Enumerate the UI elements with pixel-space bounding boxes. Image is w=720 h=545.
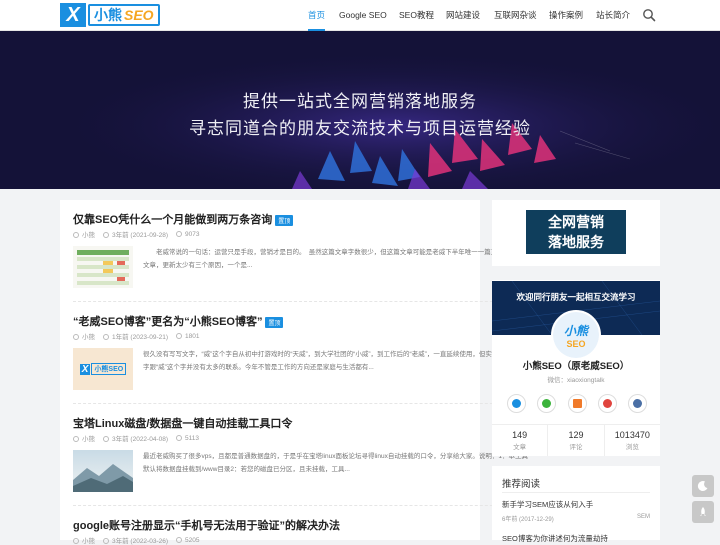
logo-x-mark: X [60,3,86,27]
sticky-badge: 置顶 [265,316,284,328]
post-time: 3年前 (2021-09-28) [103,229,168,239]
profile-slogan: 欢迎同行朋友一起相互交流学习 [516,292,636,302]
user-icon [73,232,79,239]
post-author[interactable]: 小熊 [73,229,95,239]
weibo-icon[interactable] [597,394,617,413]
wechat-icon[interactable] [537,394,557,413]
post-thumbnail[interactable] [73,246,133,288]
post-views: 1801 [176,333,199,340]
post-meta: 小熊 3年前 (2022-03-26) 5205 [73,535,199,545]
eye-icon [176,332,182,339]
post-excerpt: 老威常说的一句话：运营只是手段，营销才是目的。 虽然这篇文章字数很少，但这篇文章… [143,249,524,269]
post-thumbnail[interactable]: X 小熊SEO [73,348,133,390]
avatar[interactable]: 小熊 SEO [551,310,601,360]
nav-item-seo-tutorial[interactable]: SEO教程 [399,0,434,31]
post-views: 5113 [176,435,199,442]
sticky-badge: 置顶 [275,214,294,226]
divider [73,505,528,506]
logo-wordmark: 小熊 SEO [88,4,160,26]
post-thumbnail[interactable] [73,450,133,492]
recommend-item-time: 6年前 (2017-12-29) [502,517,554,523]
stat-views: 1013470 浏览 [614,430,650,451]
recommend-item-title[interactable]: 新手学习SEM应该从何入手 [502,499,593,510]
site-logo[interactable]: X 小熊 SEO [60,3,160,27]
recommend-item-category[interactable]: SEM [637,514,650,523]
post-excerpt: 很久没有写写文字，“威”这个字自从初中打游戏时的“天威”，到大学社团的“小威”，… [143,351,525,371]
ad-line-1: 全网营销 [548,214,604,230]
user-icon[interactable] [628,394,647,413]
post-excerpt: 最近老威购买了很多vps，且都是普通数据盘的，于是乎在宝塔linux面板论坛寻得… [143,453,528,473]
profile-wechat: 微信：xiaoxiongtalk [547,377,605,384]
night-mode-button[interactable] [692,475,714,497]
xiaoxiong-logo-thumbnail: X 小熊SEO [79,363,127,375]
post-meta: 小熊 3年前 (2022-04-08) 5113 [73,433,199,443]
clock-icon [103,232,109,239]
stat-articles: 149 文章 [492,425,549,456]
user-icon [73,334,79,341]
recommend-item-title[interactable]: SEO博客为你讲述何为流量劫持 [502,533,608,544]
clock-icon [103,538,109,545]
clock-icon [103,436,109,443]
back-to-top-button[interactable] [692,501,714,523]
avatar-text-top: 小熊 [563,323,588,338]
profile-stats: 149 文章 129 评论 1013470 浏览 [492,424,660,456]
post-author[interactable]: 小熊 [73,535,95,545]
post-title[interactable]: google账号注册显示“手机号无法用于验证”的解决办法 [73,517,340,533]
user-icon [73,538,79,545]
site-header: X 小熊 SEO 首页 Google SEO SEO教程 网站建设 互联网杂谈 … [0,0,720,31]
post-meta: 小熊 3年前 (2021-09-28) 9073 [73,229,199,239]
stat-comments: 129 评论 [548,425,605,456]
eye-icon [176,434,182,441]
nav-item-google-seo[interactable]: Google SEO [339,0,387,31]
post-title-text[interactable]: google账号注册显示“手机号无法用于验证”的解决办法 [73,520,340,532]
divider [73,301,528,302]
nav-item-about[interactable]: 站长简介 [596,0,630,31]
recommend-item-meta: 6年前 (2017-12-29) SEM [502,514,650,523]
qq-icon[interactable] [507,394,526,413]
search-icon[interactable] [642,8,656,22]
logo-seo-text: SEO [124,7,154,23]
post-title-text[interactable]: 宝塔Linux磁盘/数据盘一键自动挂载工具口令 [73,418,292,430]
post-list: 仅靠SEO凭什么一个月能做到两万条咨询 置顶 小熊 3年前 (2021-09-28… [60,200,528,545]
recommend-title: 推荐阅读 [502,479,541,490]
landscape-thumbnail-image [73,450,133,492]
post-views: 5205 [176,537,199,544]
moon-icon [697,481,708,492]
divider [73,403,528,404]
logo-main-text: 小熊 [94,7,122,23]
banner-subheadline: 寻志同道合的朋友交流技术与项目运营经验 [189,119,531,138]
nav-item-web-building[interactable]: 网站建设 [446,0,480,31]
post-author[interactable]: 小熊 [73,433,95,443]
banner-headline: 提供一站式全网营销落地服务 [243,92,477,111]
post-title[interactable]: 宝塔Linux磁盘/数据盘一键自动挂载工具口令 [73,415,292,431]
ad-line-2: 落地服务 [548,234,604,250]
nav-item-home[interactable]: 首页 [308,0,326,31]
post-views: 9073 [176,231,199,238]
sidebar-ad-banner[interactable]: 全网营销 落地服务 [526,210,626,254]
eye-icon [176,230,182,237]
post-title-text[interactable]: “老威SEO博客”更名为“小熊SEO博客” [73,316,262,328]
post-title[interactable]: 仅靠SEO凭什么一个月能做到两万条咨询 置顶 [73,211,294,227]
post-time: 3年前 (2022-03-26) [103,535,168,545]
post-author[interactable]: 小熊 [73,331,95,341]
social-links [507,394,647,413]
profile-name: 小熊SEO（原老威SEO） [522,361,630,372]
spreadsheet-thumbnail-image [73,246,133,288]
user-icon [73,436,79,443]
hero-banner[interactable]: 提供一站式全网营销落地服务 寻志同道合的朋友交流技术与项目运营经验 [0,31,720,189]
post-time: 1年前 (2023-09-21) [103,331,168,341]
post-meta: 小熊 1年前 (2023-09-21) 1801 [73,331,199,341]
clock-icon [103,334,109,341]
divider [502,492,650,493]
rocket-icon [700,507,706,516]
nav-item-cases[interactable]: 操作案例 [549,0,583,31]
email-icon[interactable] [567,394,587,413]
nav-item-internet-talk[interactable]: 互联网杂谈 [494,0,537,31]
post-title[interactable]: “老威SEO博客”更名为“小熊SEO博客” 置顶 [73,313,284,329]
post-time: 3年前 (2022-04-08) [103,433,168,443]
post-title-text[interactable]: 仅靠SEO凭什么一个月能做到两万条咨询 [73,214,272,226]
avatar-text-bottom: SEO [566,338,586,349]
